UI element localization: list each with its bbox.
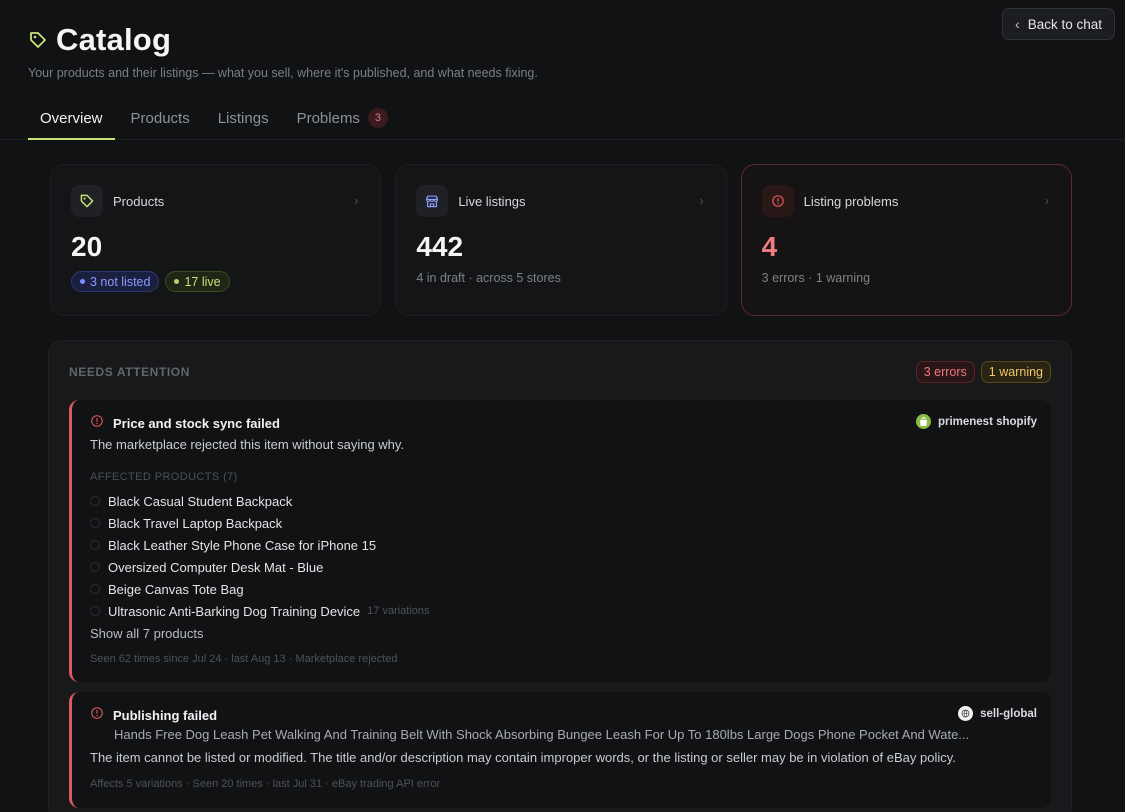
variations-count: 17 variations bbox=[367, 605, 430, 617]
needs-attention-title: NEEDS ATTENTION bbox=[69, 365, 191, 379]
dot-icon bbox=[174, 279, 180, 284]
store-link[interactable]: sell-global bbox=[958, 706, 1037, 721]
issue-product[interactable]: Hands Free Dog Leash Pet Walking And Tra… bbox=[114, 727, 969, 742]
issue-title: Price and stock sync failed bbox=[113, 416, 280, 431]
listing-problems-card[interactable]: Listing problems › 4 3 errors · 1 warnin… bbox=[740, 164, 1072, 316]
chevron-right-icon: › bbox=[353, 193, 359, 208]
tag-icon bbox=[28, 30, 48, 50]
tab-bar: Overview Products Listings Problems 3 bbox=[28, 100, 1125, 140]
problems-sub: 3 errors · 1 warning bbox=[761, 271, 871, 285]
tab-label: Problems bbox=[296, 110, 360, 127]
tab-products[interactable]: Products bbox=[119, 100, 202, 140]
issue-description: The item cannot be listed or modified. T… bbox=[90, 750, 956, 765]
pill-label: 17 live bbox=[184, 274, 221, 289]
card-label: Live listings bbox=[458, 193, 526, 209]
products-count: 20 bbox=[71, 231, 103, 262]
product-thumb-icon bbox=[90, 540, 100, 550]
issue-card: Publishing failed sell-global Hands Free… bbox=[69, 692, 1051, 808]
affected-product[interactable]: Oversized Computer Desk Mat - Blue bbox=[90, 556, 430, 578]
alert-circle-icon bbox=[90, 706, 104, 725]
product-name: Oversized Computer Desk Mat - Blue bbox=[108, 559, 324, 575]
globe-icon bbox=[958, 706, 974, 721]
affected-products-list: Black Casual Student Backpack Black Trav… bbox=[90, 490, 430, 622]
live-pill[interactable]: 17 live bbox=[165, 271, 230, 292]
dot-icon bbox=[80, 279, 85, 284]
tab-label: Products bbox=[130, 110, 190, 127]
affected-product[interactable]: Black Travel Laptop Backpack bbox=[90, 512, 430, 534]
show-all-products-link[interactable]: Show all 7 products bbox=[90, 626, 203, 641]
live-listings-card[interactable]: Live listings › 442 4 in draft · across … bbox=[395, 164, 727, 316]
affected-product[interactable]: Beige Canvas Tote Bag bbox=[90, 578, 430, 600]
chevron-left-icon: ‹ bbox=[1015, 16, 1020, 32]
needs-attention-panel: NEEDS ATTENTION 3 errors 1 warning Price… bbox=[48, 340, 1072, 812]
back-to-chat-label: Back to chat bbox=[1027, 16, 1102, 32]
tab-overview[interactable]: Overview bbox=[28, 100, 115, 140]
issue-meta: Seen 62 times since Jul 24 · last Aug 13… bbox=[90, 653, 398, 665]
issue-card: Price and stock sync failed primenest sh… bbox=[69, 400, 1051, 682]
page-title: Catalog bbox=[56, 22, 172, 57]
affected-product[interactable]: Ultrasonic Anti-Barking Dog Training Dev… bbox=[90, 600, 430, 622]
product-thumb-icon bbox=[90, 496, 100, 506]
store-name: primenest shopify bbox=[937, 415, 1037, 428]
store-name: sell-global bbox=[980, 707, 1037, 720]
errors-badge[interactable]: 3 errors bbox=[915, 361, 975, 383]
product-name: Ultrasonic Anti-Barking Dog Training Dev… bbox=[108, 603, 361, 619]
page-header: Catalog Your products and their listings… bbox=[28, 22, 538, 80]
tag-icon bbox=[71, 185, 103, 217]
chevron-right-icon: › bbox=[699, 193, 704, 208]
alert-circle-icon bbox=[90, 414, 104, 433]
store-icon bbox=[416, 185, 449, 217]
stat-cards: Products › 20 3 not listed 17 live Live … bbox=[50, 164, 1072, 316]
tab-listings[interactable]: Listings bbox=[206, 100, 281, 140]
card-label: Listing problems bbox=[803, 193, 899, 209]
product-thumb-icon bbox=[90, 606, 100, 616]
problems-count-badge: 3 bbox=[367, 108, 388, 128]
not-listed-pill[interactable]: 3 not listed bbox=[71, 271, 160, 292]
issue-meta: Affects 5 variations · Seen 20 times · l… bbox=[90, 778, 441, 790]
alert-circle-icon bbox=[761, 185, 794, 217]
issue-description: The marketplace rejected this item witho… bbox=[90, 437, 405, 452]
product-name: Beige Canvas Tote Bag bbox=[108, 581, 244, 597]
product-name: Black Travel Laptop Backpack bbox=[108, 515, 283, 531]
issue-title: Publishing failed bbox=[113, 708, 218, 723]
products-card[interactable]: Products › 20 3 not listed 17 live bbox=[50, 164, 382, 316]
tab-label: Overview bbox=[40, 110, 103, 127]
product-thumb-icon bbox=[90, 562, 100, 572]
product-thumb-icon bbox=[90, 584, 100, 594]
card-label: Products bbox=[113, 193, 165, 209]
tab-problems[interactable]: Problems 3 bbox=[285, 100, 400, 140]
shopify-icon bbox=[915, 414, 931, 429]
product-thumb-icon bbox=[90, 518, 100, 528]
live-listings-sub: 4 in draft · across 5 stores bbox=[416, 271, 561, 285]
pill-label: 3 not listed bbox=[90, 274, 151, 289]
affected-product[interactable]: Black Casual Student Backpack bbox=[90, 490, 430, 512]
product-name: Black Casual Student Backpack bbox=[108, 493, 293, 509]
product-name: Black Leather Style Phone Case for iPhon… bbox=[108, 537, 377, 553]
affected-product[interactable]: Black Leather Style Phone Case for iPhon… bbox=[90, 534, 430, 556]
live-listings-count: 442 bbox=[416, 231, 464, 262]
page-subtitle: Your products and their listings — what … bbox=[28, 66, 538, 80]
affected-products-title: AFFECTED PRODUCTS (7) bbox=[90, 471, 238, 483]
problems-count: 4 bbox=[761, 231, 778, 262]
store-link[interactable]: primenest shopify bbox=[915, 414, 1037, 429]
tab-label: Listings bbox=[217, 110, 269, 127]
back-to-chat-button[interactable]: ‹ Back to chat bbox=[1002, 8, 1115, 40]
warning-badge[interactable]: 1 warning bbox=[980, 361, 1051, 383]
chevron-right-icon: › bbox=[1044, 193, 1049, 208]
